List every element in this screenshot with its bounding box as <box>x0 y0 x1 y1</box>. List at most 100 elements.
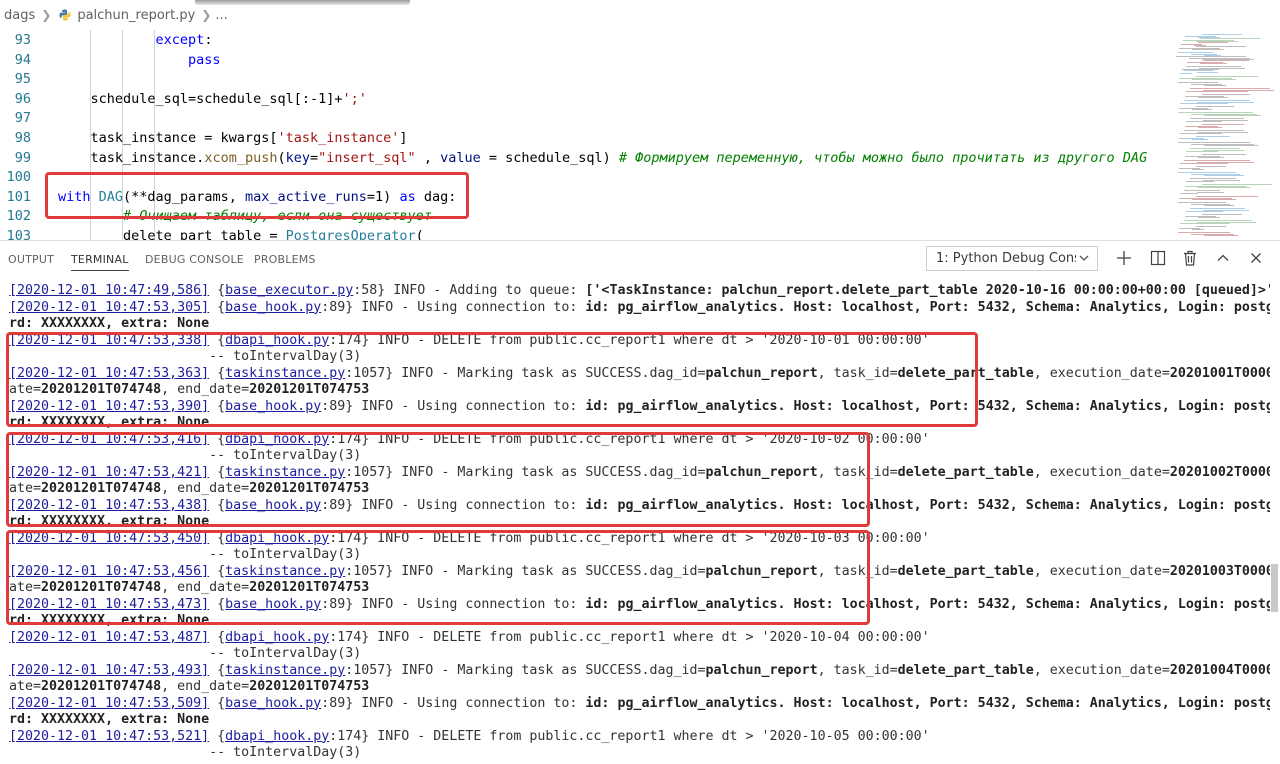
terminal-link[interactable]: base_hook.py <box>225 300 321 315</box>
terminal-text: , execution_date= <box>1033 563 1170 579</box>
code-token: ( <box>415 228 424 240</box>
terminal-link[interactable]: dbapi_hook.py <box>225 729 329 744</box>
code-token: pass <box>188 51 221 68</box>
code-text: pass <box>58 50 221 70</box>
terminal-text: -- toIntervalDay(3) <box>9 646 362 661</box>
terminal-text: :58} INFO - Adding to queue: <box>353 283 586 298</box>
terminal-link[interactable]: taskinstance.py <box>225 663 345 678</box>
terminal-text: -- toIntervalDay(3) <box>9 745 362 760</box>
code-token: 'task_instance' <box>277 130 400 146</box>
terminal-select[interactable]: 1: Python Debug Consc <box>926 246 1098 271</box>
breadcrumb-more[interactable]: ... <box>215 8 227 23</box>
terminal-text: 20201002T000000 <box>1169 464 1270 480</box>
code-line: 99 task_instance.xcom_push(key="insert_s… <box>0 148 1170 168</box>
minimap-line <box>1192 139 1208 141</box>
line-number: 102 <box>6 208 31 225</box>
terminal-link[interactable]: [2020-12-01 10:47:53,487] <box>9 630 209 645</box>
minimap-line <box>1198 42 1228 43</box>
terminal-text: ['<TaskInstance: palchun_report.delete_p… <box>585 283 1270 298</box>
minimap-line <box>1180 103 1228 105</box>
terminal-text: { <box>209 629 226 645</box>
minimap-line <box>1204 205 1234 207</box>
terminal-link[interactable]: dbapi_hook.py <box>225 630 329 645</box>
tab-debug-console[interactable]: DEBUG CONSOLE <box>145 253 244 266</box>
terminal-text: delete_part_table <box>897 563 1034 579</box>
minimap-line <box>1192 169 1204 171</box>
terminal-text: :89} INFO - Using connection to: <box>321 695 586 711</box>
code-line: 98 task_instance = kwargs['task_instance… <box>0 128 1170 148</box>
minimap-line <box>1186 121 1222 123</box>
code-token: key <box>285 149 310 166</box>
breadcrumb-file[interactable]: palchun_report.py <box>77 8 195 23</box>
minimap-line <box>1196 226 1226 227</box>
window-shadow-bar <box>195 0 410 5</box>
minimap-line <box>1180 193 1198 195</box>
code-token: "insert_sql" <box>318 149 416 166</box>
terminal-link[interactable]: [2020-12-01 10:47:53,305] <box>9 300 209 315</box>
terminal-line: [2020-12-01 10:47:53,509] {base_hook.py:… <box>9 696 1270 713</box>
terminal-text: rd: XXXXXXXX, extra: None <box>9 712 210 727</box>
panel-tabs: OUTPUT TERMINAL DEBUG CONSOLE PROBLEMS <box>0 241 900 277</box>
line-number: 97 <box>14 110 31 127</box>
highlight-box-run-1 <box>6 332 978 427</box>
tab-output[interactable]: OUTPUT <box>8 253 54 266</box>
minimap-line <box>1186 181 1214 183</box>
tab-problems[interactable]: PROBLEMS <box>254 253 316 266</box>
breadcrumb: dags ❯ palchun_report.py ❯ ... <box>0 0 1280 30</box>
terminal-line: rd: XXXXXXXX, extra: None <box>9 712 209 729</box>
terminal-output[interactable]: [2020-12-01 10:47:49,586] {base_executor… <box>0 283 1270 763</box>
terminal-text: 20201003T000000 <box>1169 563 1270 579</box>
terminal-link[interactable]: base_executor.py <box>225 283 353 298</box>
terminal-line: ate=20201201T074748, end_date=20201201T0… <box>9 679 369 696</box>
trash-icon[interactable] <box>1179 247 1201 269</box>
code-token: task_instance = kwargs[ <box>58 130 278 146</box>
code-text: schedule_sql=schedule_sql[:-1]+';' <box>58 89 367 109</box>
terminal-line: [2020-12-01 10:47:53,305] {base_hook.py:… <box>9 300 1270 317</box>
terminal-text: , execution_date= <box>1033 662 1170 678</box>
code-token: value <box>440 149 481 166</box>
code-line: 96 schedule_sql=schedule_sql[:-1]+';' <box>0 89 1170 109</box>
code-token: delete_part_table = <box>58 228 286 240</box>
minimap-line <box>1180 73 1192 75</box>
terminal-select-value: 1: Python Debug Consc <box>936 251 1076 266</box>
minimap-line <box>1192 109 1212 111</box>
minimap-line <box>1197 71 1218 73</box>
minimap-line <box>1180 163 1228 165</box>
terminal-link[interactable]: base_hook.py <box>225 696 321 711</box>
terminal-text: { <box>209 299 226 315</box>
code-token: ';' <box>342 90 367 107</box>
terminal-line: -- toIntervalDay(3) <box>9 745 361 762</box>
terminal-text: :89} INFO - Using connection to: <box>321 299 586 315</box>
terminal-link[interactable]: [2020-12-01 10:47:53,509] <box>9 696 209 711</box>
code-token: ( <box>277 149 286 166</box>
terminal-line: [2020-12-01 10:47:53,487] {dbapi_hook.py… <box>9 630 930 647</box>
code-token: , <box>415 149 441 166</box>
split-terminal-icon[interactable] <box>1147 247 1169 269</box>
minimap-line <box>1192 49 1224 51</box>
terminal-link[interactable]: [2020-12-01 10:47:53,521] <box>9 729 209 744</box>
terminal-scrollbar[interactable] <box>1271 564 1278 612</box>
terminal-text: delete_part_table <box>897 464 1034 480</box>
code-line: 94 pass <box>0 50 1170 70</box>
minimap-line <box>1198 127 1222 129</box>
terminal-link[interactable]: [2020-12-01 10:47:49,586] <box>9 283 209 298</box>
minimap[interactable] <box>1168 26 1274 240</box>
minimap-line <box>1180 133 1222 135</box>
terminal-text: delete_part_table <box>897 662 1034 678</box>
terminal-link[interactable]: [2020-12-01 10:47:53,493] <box>9 663 209 678</box>
plus-icon[interactable] <box>1113 247 1135 269</box>
code-editor[interactable]: 93 except: 94 pass 95 96 schedule_sql=sched… <box>0 30 1280 240</box>
code-text: task_instance.xcom_push(key="insert_sql"… <box>58 148 1148 168</box>
terminal-text: , task_id= <box>817 662 898 678</box>
tab-terminal[interactable]: TERMINAL <box>71 253 129 271</box>
minimap-line <box>1197 191 1224 193</box>
chevron-up-icon[interactable] <box>1212 247 1234 269</box>
breadcrumb-folder[interactable]: dags <box>4 8 35 23</box>
terminal-text: :174} INFO - DELETE from public.cc_repor… <box>329 728 930 744</box>
minimap-line <box>1204 145 1258 147</box>
terminal-text: :174} INFO - DELETE from public.cc_repor… <box>329 629 930 645</box>
terminal-text: 20201004T000000 <box>1169 662 1270 678</box>
line-number: 93 <box>14 32 31 48</box>
code-token: xcom_push <box>204 149 278 166</box>
close-icon[interactable] <box>1245 247 1267 269</box>
